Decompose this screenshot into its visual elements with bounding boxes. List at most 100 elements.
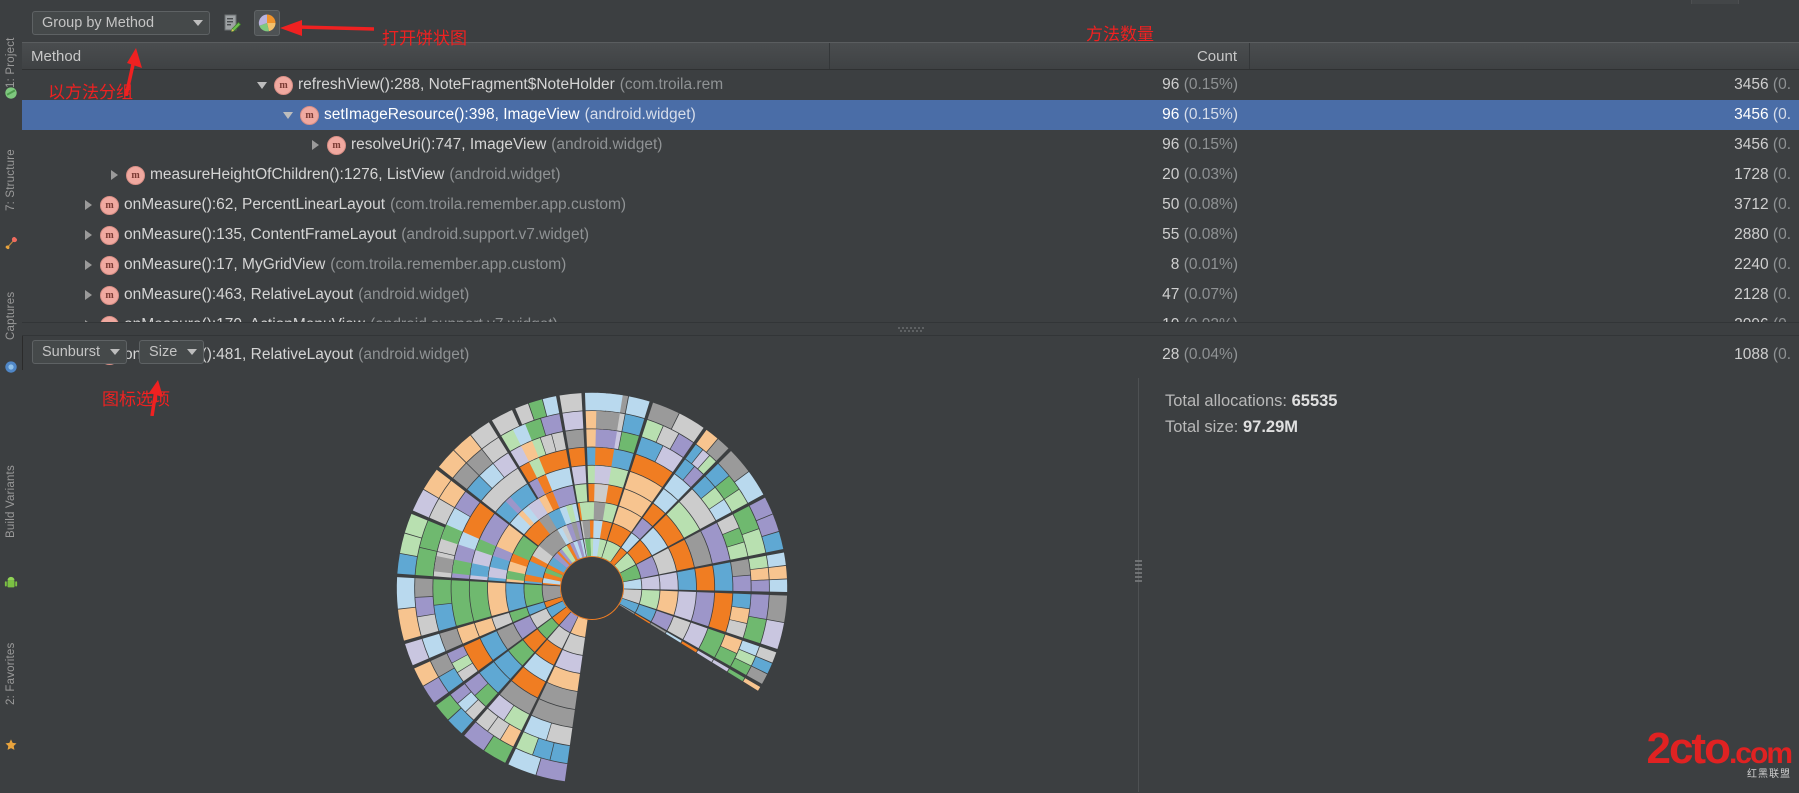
- sunburst-segment[interactable]: [713, 562, 733, 591]
- cell-count: 55 (0.08%): [830, 226, 1250, 244]
- sidebar-item-structure[interactable]: 7: Structure: [0, 128, 22, 232]
- triangle-icon: [311, 140, 319, 150]
- sidebar-item-project-label: 1: Project: [5, 37, 17, 89]
- sidebar-item-build-variants[interactable]: Build Variants: [0, 432, 22, 572]
- table-row[interactable]: m resolveUri():747, ImageView (android.wid…: [22, 130, 1799, 160]
- sunburst-segment[interactable]: [565, 429, 585, 449]
- pie-chart-toggle-button[interactable]: [254, 10, 280, 36]
- method-icon: m: [274, 75, 293, 95]
- expand-arrow-right-icon[interactable]: [80, 280, 96, 310]
- expand-arrow-right-icon[interactable]: [106, 160, 122, 190]
- triangle-icon: [110, 170, 118, 180]
- sunburst-segment[interactable]: [766, 552, 786, 568]
- sunburst-segment[interactable]: [568, 447, 586, 467]
- sunburst-segment[interactable]: [751, 580, 769, 592]
- sunburst-segment[interactable]: [595, 411, 620, 431]
- sunburst-segment[interactable]: [487, 582, 509, 617]
- sunburst-segment[interactable]: [750, 567, 769, 581]
- annotation-chart-options: 图标选项: [102, 390, 170, 409]
- sunburst-segment[interactable]: [571, 465, 587, 485]
- expand-arrow-down-icon[interactable]: [280, 100, 296, 130]
- edit-list-icon: [224, 14, 242, 33]
- sunburst-segment[interactable]: [415, 596, 435, 617]
- method-icon: m: [327, 135, 346, 155]
- sunburst-segment[interactable]: [769, 579, 788, 593]
- sunburst-segment[interactable]: [726, 619, 747, 638]
- sunburst-pane[interactable]: [22, 378, 1139, 792]
- total-allocations-label: Total allocations:: [1165, 392, 1287, 410]
- column-header-count[interactable]: Count: [830, 43, 1250, 69]
- group-by-select[interactable]: Group by Method: [32, 11, 210, 35]
- sunburst-segment[interactable]: [768, 565, 787, 580]
- count-value: 96: [1162, 76, 1180, 93]
- table-row[interactable]: m onMeasure():17, MyGridView (com.troila.r…: [22, 250, 1799, 280]
- sunburst-chart[interactable]: [392, 388, 792, 788]
- sunburst-segment[interactable]: [574, 484, 588, 503]
- table-row[interactable]: m onMeasure():62, PercentLinearLayout (com…: [22, 190, 1799, 220]
- size-percent: (0.: [1772, 76, 1791, 93]
- sunburst-segment[interactable]: [399, 533, 422, 557]
- sunburst-segment[interactable]: [732, 593, 751, 609]
- expand-arrow-right-icon[interactable]: [80, 190, 96, 220]
- cell-method: m resolveUri():747, ImageView (android.wid…: [22, 130, 830, 160]
- table-row[interactable]: m refreshView():288, NoteFragment$NoteHol…: [22, 70, 1799, 100]
- sunburst-segment[interactable]: [674, 591, 697, 621]
- method-name: refreshView():288, NoteFragment$NoteHold…: [298, 76, 615, 93]
- sunburst-segment[interactable]: [622, 414, 645, 436]
- sunburst-segment[interactable]: [641, 575, 660, 590]
- table-header: Method Count: [22, 42, 1799, 70]
- size-value: 2128: [1734, 286, 1769, 303]
- table-row[interactable]: m setImageResource():398, ImageView (andro…: [22, 100, 1799, 130]
- sunburst-segment[interactable]: [415, 547, 437, 577]
- sunburst-segment[interactable]: [546, 723, 573, 746]
- table-row[interactable]: m onMeasure():463, RelativeLayout (android…: [22, 280, 1799, 310]
- sunburst-segment[interactable]: [550, 743, 570, 764]
- total-size-label: Total size:: [1165, 418, 1239, 436]
- sunburst-segment[interactable]: [469, 581, 491, 621]
- size-percent: (0.: [1772, 166, 1791, 183]
- sunburst-segment[interactable]: [595, 429, 617, 449]
- table-row[interactable]: m measureHeightOfChildren():1276, ListVie…: [22, 160, 1799, 190]
- sunburst-segment[interactable]: [748, 555, 768, 570]
- sunburst-segment[interactable]: [625, 396, 650, 419]
- sunburst-segment[interactable]: [677, 569, 697, 591]
- sunburst-segment[interactable]: [562, 411, 584, 431]
- sunburst-segment[interactable]: [506, 583, 527, 612]
- chart-type-select[interactable]: Sunburst: [32, 340, 128, 364]
- sunburst-segment[interactable]: [659, 572, 678, 590]
- method-package: (com.troila.remember.app.custom): [390, 196, 627, 213]
- sidebar-item-captures[interactable]: Captures: [0, 276, 22, 356]
- sunburst-segment[interactable]: [433, 579, 452, 605]
- expand-arrow-right-icon[interactable]: [80, 250, 96, 280]
- sunburst-segment[interactable]: [618, 432, 639, 453]
- sunburst-segment[interactable]: [524, 584, 544, 607]
- sunburst-segment[interactable]: [749, 594, 769, 620]
- column-header-size[interactable]: [1250, 43, 1799, 69]
- sunburst-segment[interactable]: [595, 447, 615, 467]
- table-row[interactable]: m onMeasure():135, ContentFrameLayout (and…: [22, 220, 1799, 250]
- edit-tracking-settings-button[interactable]: [219, 10, 245, 36]
- sunburst-segment[interactable]: [434, 603, 456, 631]
- sidebar-item-project[interactable]: 1: Project: [0, 4, 22, 122]
- expand-arrow-down-icon[interactable]: [254, 70, 270, 100]
- sunburst-segment[interactable]: [417, 614, 439, 636]
- sunburst-segment[interactable]: [415, 578, 433, 598]
- sunburst-segment[interactable]: [671, 413, 704, 443]
- sunburst-segment[interactable]: [559, 393, 583, 413]
- chart-metric-select[interactable]: Size: [139, 340, 205, 364]
- sidebar-item-favorites[interactable]: 2: Favorites: [0, 614, 22, 734]
- sunburst-segment[interactable]: [396, 577, 416, 609]
- sunburst-segment[interactable]: [594, 465, 612, 485]
- expand-arrow-right-icon[interactable]: [307, 130, 323, 160]
- sunburst-segment[interactable]: [657, 590, 678, 615]
- chart-metric-label: Size: [149, 344, 178, 360]
- sunburst-segment[interactable]: [596, 392, 623, 413]
- expand-arrow-right-icon[interactable]: [80, 220, 96, 250]
- watermark: 2cto.com 红黑联盟: [1646, 727, 1793, 781]
- sunburst-segment[interactable]: [732, 575, 751, 592]
- sunburst-segment[interactable]: [730, 559, 751, 577]
- count-value: 20: [1162, 166, 1180, 183]
- sunburst-segment[interactable]: [397, 553, 417, 575]
- sunburst-segment[interactable]: [767, 594, 788, 623]
- sunburst-segment[interactable]: [695, 565, 715, 591]
